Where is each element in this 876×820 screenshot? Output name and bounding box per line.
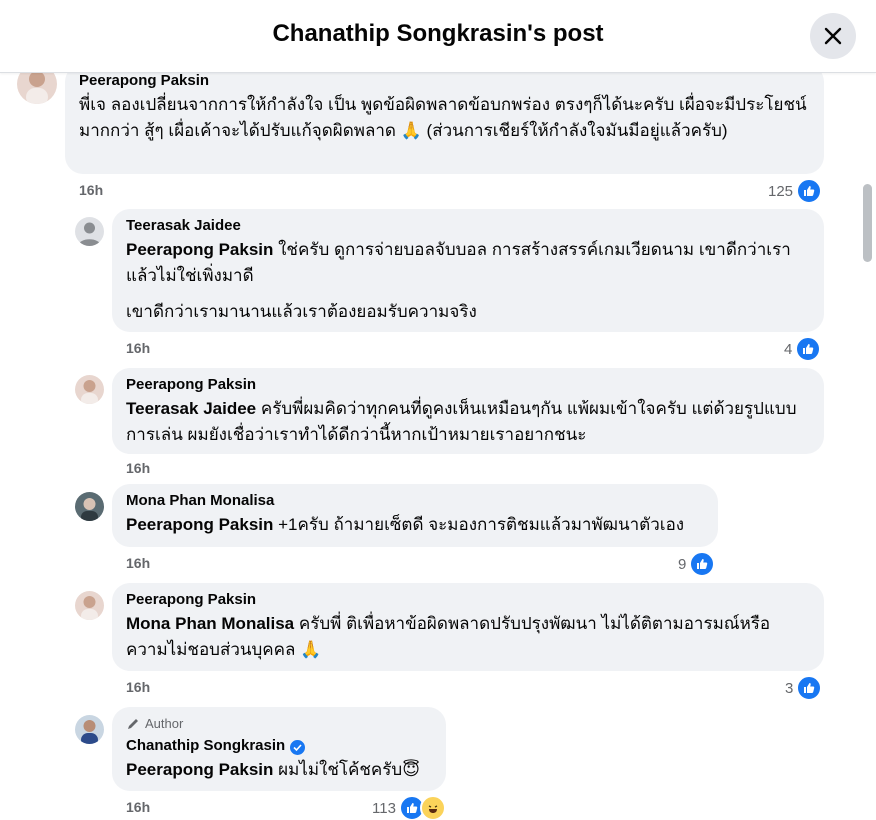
comment-author[interactable]: Peerapong Paksin [126,376,810,394]
comment-author[interactable]: Peerapong Paksin [126,591,810,609]
comment-text-body: ผมไม่ใช่โค้ชครับ😇 [273,760,420,779]
comment-text: พี่เจ ลองเปลี่ยนจากการให้กำลังใจ เป็น พู… [79,95,807,140]
comment-time[interactable]: 16h [126,460,150,476]
reaction-count-value: 4 [784,340,793,358]
reaction-count[interactable]: 113 [372,795,446,820]
comment-author[interactable]: Chanathip Songkrasin [126,737,432,755]
comment-time[interactable]: 16h [126,679,150,695]
comments-list: Peerapong Paksin พี่เจ ลองเปลี่ยนจากการใ… [0,72,860,820]
mention-link[interactable]: Peerapong Paksin [126,760,273,779]
comment-author[interactable]: Peerapong Paksin [79,72,810,90]
avatar[interactable] [75,492,104,521]
close-icon [824,27,842,45]
haha-icon [419,795,446,820]
reaction-count[interactable]: 9 [678,551,716,577]
comment-text: Peerapong Paksin ผมไม่ใช่โค้ชครับ😇 [126,757,432,783]
like-icon [689,551,716,577]
avatar[interactable] [17,72,57,104]
pen-icon [128,718,138,729]
comment-bubble: Author Chanathip Songkrasin Peerapong Pa… [112,707,446,791]
mention-link[interactable]: Peerapong Paksin [126,240,273,259]
comment-bubble: Mona Phan Monalisa Peerapong Paksin +1คร… [112,484,718,547]
like-icon [796,178,823,204]
dialog-header: Chanathip Songkrasin's post [0,0,876,73]
scrollbar-thumb[interactable] [863,184,872,262]
comment-time[interactable]: 16h [126,340,150,356]
close-button[interactable] [810,13,856,59]
avatar[interactable] [75,591,104,620]
comment-author-name: Chanathip Songkrasin [126,737,286,754]
comment-bubble: Peerapong Paksin Mona Phan Monalisa ครับ… [112,583,824,671]
comment-text: Peerapong Paksin +1ครับ ถ้ามายเซ็ตดี จะม… [126,512,704,538]
author-badge: Author [126,716,432,731]
mention-link[interactable]: Mona Phan Monalisa [126,614,294,633]
comment-time[interactable]: 16h [126,555,150,571]
dialog-title: Chanathip Songkrasin's post [272,20,604,47]
comment-time[interactable]: 16h [126,799,150,815]
mention-link[interactable]: Peerapong Paksin [126,515,273,534]
avatar[interactable] [75,715,104,744]
like-icon [795,336,822,362]
scrollbar[interactable] [862,72,876,820]
reaction-count[interactable]: 125 [768,178,823,204]
comment-author[interactable]: Mona Phan Monalisa [126,492,704,510]
reaction-count-value: 125 [768,182,794,200]
avatar[interactable] [75,375,104,404]
mention-link[interactable]: Teerasak Jaidee [126,399,256,418]
comment-time[interactable]: 16h [79,182,103,198]
reaction-count-value: 113 [372,799,396,817]
comment-author[interactable]: Teerasak Jaidee [126,217,810,235]
comment-text-body: +1ครับ ถ้ามายเซ็ตดี จะมองการติชมแล้วมาพั… [273,515,685,534]
comment-text-paragraph: เขาดีกว่าเรามานานแล้วเราต้องยอมรับความจร… [126,302,477,321]
comment-text: Mona Phan Monalisa ครับพี่ ติเพื่อหาข้อผ… [126,611,810,663]
comment-text: Teerasak Jaidee ครับพี่ผมคิดว่าทุกคนที่ด… [126,396,810,448]
comment-text: Peerapong Paksin ใช่ครับ ดูการจ่ายบอลจับ… [126,237,810,289]
comment-bubble: Peerapong Paksin Teerasak Jaidee ครับพี่… [112,368,824,454]
comment-bubble: Teerasak Jaidee Peerapong Paksin ใช่ครับ… [112,209,824,332]
like-icon [796,675,823,701]
comment-bubble: Peerapong Paksin พี่เจ ลองเปลี่ยนจากการใ… [65,72,824,174]
verified-badge-icon [290,740,306,755]
reaction-count[interactable]: 4 [784,336,822,362]
avatar[interactable] [75,217,104,246]
author-badge-label: Author [145,716,184,731]
reaction-count-value: 3 [785,679,794,697]
reaction-count-value: 9 [678,555,687,573]
reaction-count[interactable]: 3 [785,675,823,701]
